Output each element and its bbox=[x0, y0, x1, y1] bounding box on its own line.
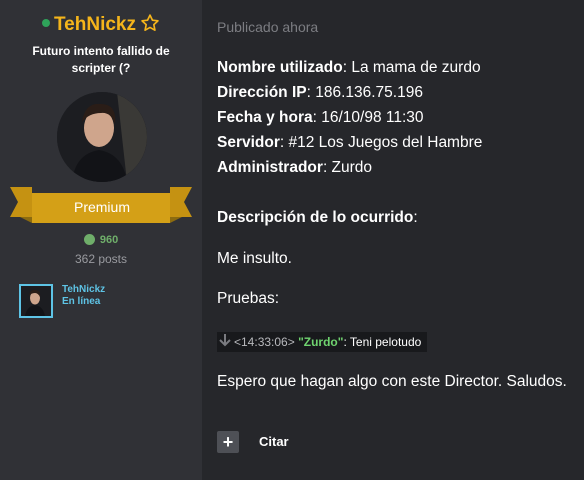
star-icon bbox=[141, 14, 159, 31]
author-panel: TehNickz Futuro intento fallido de scrip… bbox=[0, 0, 202, 480]
published-time[interactable]: Publicado ahora bbox=[217, 19, 318, 35]
description-text: Me insulto. bbox=[217, 250, 292, 267]
online-status-dot bbox=[41, 19, 50, 27]
field-label: Administrador bbox=[217, 159, 323, 176]
quote-button[interactable]: + bbox=[217, 431, 239, 453]
field-value: : 186.136.75.196 bbox=[306, 84, 423, 101]
arrow-down-icon bbox=[219, 334, 231, 347]
reputation-count: 960 bbox=[0, 233, 202, 246]
field-label: Fecha y hora bbox=[217, 109, 313, 126]
chat-log-line: <14:33:06> "Zurdo": Teni pelotudo bbox=[217, 332, 428, 352]
closing-text: Espero que hagan algo con este Director.… bbox=[217, 373, 567, 390]
quote-label[interactable]: Citar bbox=[259, 434, 289, 449]
last-editor-status: En línea bbox=[62, 296, 101, 307]
description-heading: Descripción de lo ocurrido: bbox=[217, 208, 418, 228]
evidence-label: Pruebas: bbox=[217, 290, 280, 307]
field-label: Dirección IP bbox=[217, 84, 307, 101]
field-name-used: Nombre utilizado: La mama de zurdo bbox=[217, 58, 481, 78]
editor-avatar-image bbox=[21, 286, 51, 316]
plus-icon: + bbox=[222, 432, 234, 452]
chat-message: Teni pelotudo bbox=[349, 335, 422, 349]
post-count: 362 posts bbox=[74, 252, 128, 266]
avatar-image bbox=[57, 92, 147, 182]
field-ip-address: Dirección IP: 186.136.75.196 bbox=[217, 83, 423, 103]
chat-timestamp: <14:33:06> bbox=[234, 335, 295, 349]
author-name-row: TehNickz bbox=[0, 14, 202, 36]
author-user-title: Futuro intento fallido de scripter (? bbox=[32, 44, 170, 75]
field-value: : La mama de zurdo bbox=[342, 59, 481, 76]
last-editor-name[interactable]: TehNickz bbox=[62, 284, 105, 296]
description-label: Descripción de lo ocurrido bbox=[217, 209, 414, 226]
reputation-value: 960 bbox=[99, 234, 119, 246]
rank-label: Premium bbox=[73, 199, 130, 215]
field-label: Nombre utilizado bbox=[217, 59, 343, 76]
field-administrator: Administrador: Zurdo bbox=[217, 158, 372, 178]
author-username[interactable]: TehNickz bbox=[54, 14, 136, 35]
field-server: Servidor: #12 Los Juegos del Hambre bbox=[217, 133, 482, 153]
plus-circle-icon bbox=[83, 233, 95, 245]
field-label: Servidor bbox=[217, 134, 280, 151]
chat-username: "Zurdo" bbox=[298, 335, 344, 349]
field-value: : Zurdo bbox=[322, 159, 373, 176]
description-colon: : bbox=[413, 209, 418, 226]
last-editor-avatar[interactable] bbox=[19, 284, 53, 318]
field-date-time: Fecha y hora: 16/10/98 11:30 bbox=[217, 108, 424, 128]
field-value: : 16/10/98 11:30 bbox=[312, 109, 424, 126]
author-avatar[interactable] bbox=[57, 92, 147, 182]
field-value: : #12 Los Juegos del Hambre bbox=[279, 134, 483, 151]
